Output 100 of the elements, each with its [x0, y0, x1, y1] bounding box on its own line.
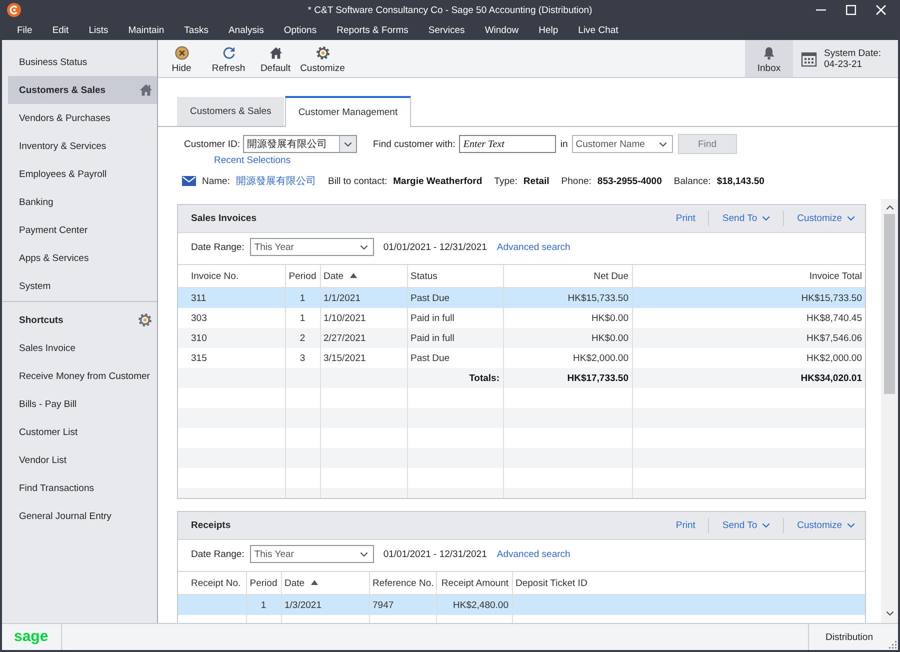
shortcut-link[interactable]: Receive Money from Customer: [2, 362, 150, 390]
toolbar-button[interactable]: Hide: [158, 40, 205, 77]
tab[interactable]: Customer Management: [285, 96, 411, 127]
chevron-down-icon: [762, 216, 770, 221]
panel-action-link[interactable]: Customize: [797, 520, 855, 531]
settings-icon[interactable]: [138, 313, 152, 327]
scroll-up-icon[interactable]: [886, 205, 894, 210]
table-row[interactable]: 311 1 1/1/2021 Past Due HK$15,733.50 HK$15,733.50: [178, 288, 865, 308]
panel-action-link[interactable]: Customize: [797, 213, 855, 224]
panel-action-link[interactable]: Send To: [722, 520, 770, 531]
table-cell: 2: [285, 328, 320, 348]
info-label: Name:: [202, 176, 230, 186]
info-label: Phone:: [561, 176, 592, 186]
sidebar-item[interactable]: Employees & Payroll: [8, 160, 157, 188]
sage-logo: sage: [14, 629, 48, 645]
chevron-down-icon: [847, 216, 855, 221]
table-cell: HK$0.00: [503, 328, 632, 348]
menu-item[interactable]: Maintain: [128, 24, 164, 36]
close-icon: [876, 5, 886, 15]
panel-action-link[interactable]: Print: [676, 213, 696, 224]
toolbar-button[interactable]: Default: [252, 40, 299, 77]
find-text-field[interactable]: Enter Text: [459, 135, 556, 153]
scrollbar[interactable]: [881, 199, 898, 623]
info-value: $18,143.50: [716, 176, 764, 186]
menu-item[interactable]: Help: [538, 24, 558, 36]
table-row[interactable]: 1 1/3/2021 7947 HK$2,480.00: [178, 594, 865, 615]
menu-item[interactable]: Options: [284, 24, 317, 36]
table-cell: 1/1/2021: [320, 288, 407, 308]
panel-action-link[interactable]: Send To: [722, 213, 770, 224]
chevron-down-icon: [344, 142, 352, 146]
chevron-down-icon: [360, 244, 368, 250]
sidebar-item[interactable]: Business Status: [8, 48, 157, 76]
find-customer-label: Find customer with:: [372, 138, 456, 150]
sidebar-item[interactable]: Customers & Sales: [8, 76, 157, 104]
menu-item[interactable]: Services: [428, 24, 465, 36]
toolbar-button[interactable]: Customize: [299, 40, 346, 77]
dropdown-button[interactable]: [338, 136, 356, 152]
envelope-icon[interactable]: [182, 176, 196, 186]
recent-selections-link[interactable]: Recent Selections: [214, 155, 291, 166]
info-value: 853-2955-4000: [597, 176, 662, 186]
totals-label: Totals:: [407, 368, 503, 388]
table-cell: 310: [178, 328, 285, 348]
house-icon[interactable]: [139, 83, 153, 97]
table-row[interactable]: 310 2 2/27/2021 Paid in full HK$0.00 HK$7,546.06: [178, 328, 865, 348]
menu-item[interactable]: Reports & Forms: [336, 24, 408, 36]
table-cell: HK$8,740.45: [632, 308, 865, 328]
gear-icon: [316, 46, 330, 60]
scroll-down-icon[interactable]: [886, 611, 894, 616]
sidebar-item[interactable]: Apps & Services: [8, 244, 157, 272]
sort-ascending-icon: [310, 580, 318, 584]
shortcut-link[interactable]: Bills - Pay Bill: [2, 390, 77, 418]
table-cell: Paid in full: [407, 328, 503, 348]
advanced-search-link[interactable]: Advanced search: [496, 548, 570, 560]
info-value: Retail: [523, 176, 550, 186]
minimize-icon: [816, 9, 826, 11]
sidebar-item[interactable]: Payment Center: [8, 216, 157, 244]
sidebar-item[interactable]: Vendors & Purchases: [8, 104, 157, 132]
customer-id-label: Customer ID:: [184, 138, 240, 150]
table-cell: 2/27/2021: [320, 328, 407, 348]
chevron-down-icon: [658, 142, 667, 146]
calendar-icon: [801, 50, 817, 66]
shortcut-link[interactable]: Find Transactions: [2, 474, 94, 502]
customer-id-combo[interactable]: 開源發展有限公司: [242, 135, 357, 153]
house-icon: [268, 46, 282, 60]
menu-item[interactable]: Live Chat: [578, 24, 618, 36]
sidebar-item[interactable]: Inventory & Services: [8, 132, 157, 160]
tab[interactable]: Customers & Sales: [177, 97, 284, 126]
info-label: Type:: [494, 176, 518, 186]
shortcut-link[interactable]: General Journal Entry: [2, 502, 112, 530]
menu-item[interactable]: Edit: [52, 24, 69, 36]
shortcut-link[interactable]: Customer List: [2, 418, 78, 446]
sidebar-item[interactable]: System: [8, 272, 157, 300]
shortcut-link[interactable]: Vendor List: [2, 446, 67, 474]
toolbar-button[interactable]: Refresh: [205, 40, 252, 77]
panel-title: Sales Invoices: [191, 213, 256, 224]
table-cell: 1/3/2021: [281, 594, 369, 615]
advanced-search-link[interactable]: Advanced search: [496, 242, 570, 252]
sidebar-item[interactable]: Banking: [8, 188, 157, 216]
resize-grip-icon[interactable]: [889, 641, 897, 649]
app-logo-icon: [7, 3, 21, 17]
menu-item[interactable]: Window: [484, 24, 519, 36]
date-range-label: Date Range:: [191, 242, 244, 252]
inbox-button[interactable]: Inbox: [745, 40, 793, 77]
search-field-select[interactable]: Customer Name: [572, 135, 673, 153]
panel-action-link[interactable]: Print: [676, 520, 696, 531]
window-title: * C&T Software Consultancy Co - Sage 50 Accounting (Distribution): [308, 4, 592, 16]
menu-item[interactable]: Tasks: [184, 24, 208, 36]
in-label: in: [560, 138, 568, 150]
scrollbar-thumb[interactable]: [884, 214, 895, 394]
customer-name-link[interactable]: 開源發展有限公司: [236, 174, 316, 188]
chevron-down-icon: [360, 552, 368, 556]
system-date-value: 04-23-21: [824, 58, 864, 70]
info-value: Margie Weatherford: [393, 176, 482, 186]
shortcut-link[interactable]: Sales Invoice: [2, 334, 76, 362]
table-cell: HK$15,733.50: [503, 288, 632, 308]
menu-item[interactable]: Lists: [88, 24, 108, 36]
menu-item[interactable]: Analysis: [228, 24, 264, 36]
date-range-select[interactable]: This Year: [250, 545, 374, 563]
menu-item[interactable]: File: [17, 24, 32, 36]
date-range-select[interactable]: This Year: [250, 238, 374, 256]
